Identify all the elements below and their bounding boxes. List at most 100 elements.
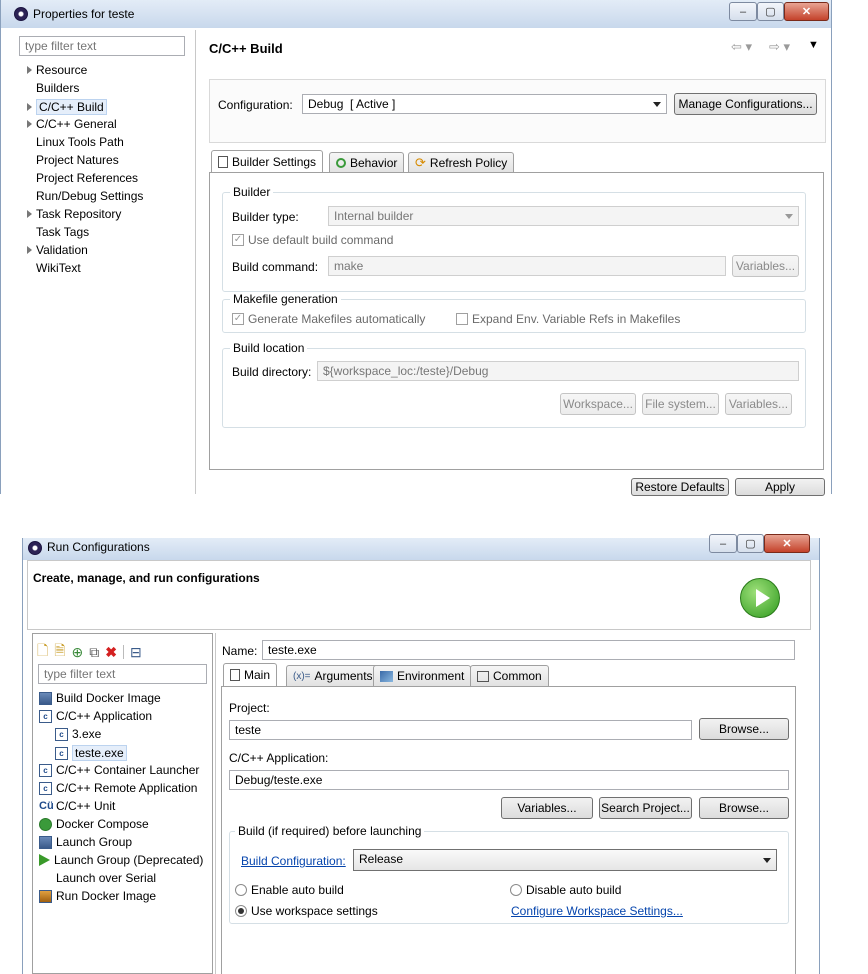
- variables-button[interactable]: Variables...: [501, 797, 593, 819]
- workspace-button[interactable]: Workspace...: [560, 393, 636, 415]
- build-configuration-combo[interactable]: Release: [353, 849, 777, 871]
- expand-env-checkbox[interactable]: [456, 313, 468, 325]
- use-default-checkbox[interactable]: ✓: [232, 234, 244, 246]
- tree-item-launch-group-deprecated[interactable]: Launch Group (Deprecated): [39, 853, 203, 867]
- tree-item-docker-compose[interactable]: Docker Compose: [39, 817, 149, 831]
- delete-config-icon[interactable]: ✖: [105, 644, 117, 661]
- tree-item-build-docker-image[interactable]: Build Docker Image: [39, 691, 161, 705]
- tab-content: Builder Builder type: Internal builder ✓…: [209, 172, 824, 470]
- variables-button[interactable]: Variables...: [732, 255, 799, 277]
- export-config-icon[interactable]: ⊕: [72, 644, 84, 661]
- tree-item-task-tags[interactable]: Task Tags: [27, 225, 89, 239]
- enable-auto-build-radio[interactable]: [235, 884, 247, 896]
- tree-item-3-exe[interactable]: c 3.exe: [55, 727, 101, 741]
- tree-item-teste-exe[interactable]: c teste.exe: [55, 745, 127, 761]
- browse-project-button[interactable]: Browse...: [699, 718, 789, 740]
- use-default-checkbox-row[interactable]: ✓ Use default build command: [232, 233, 393, 247]
- tree-item-c-c-build[interactable]: C/C++ Build: [27, 99, 107, 115]
- search-project-button[interactable]: Search Project...: [599, 797, 692, 819]
- tab-behavior-label: Behavior: [350, 156, 398, 170]
- tab-behavior[interactable]: Behavior: [329, 152, 405, 173]
- configuration-panel: Configuration: Debug [ Active ] Manage C…: [209, 79, 826, 143]
- view-menu-icon[interactable]: ▼: [808, 39, 819, 51]
- apply-button[interactable]: Apply: [735, 478, 825, 496]
- minimize-button[interactable]: –: [709, 534, 737, 553]
- tree-item-label: Task Tags: [36, 225, 90, 239]
- main-tab-icon: [230, 669, 240, 681]
- build-command-input[interactable]: make: [328, 256, 726, 276]
- minimize-button[interactable]: –: [729, 2, 757, 21]
- new-prototype-icon[interactable]: 🗎: [54, 640, 65, 664]
- generate-makefiles-row[interactable]: ✓ Generate Makefiles automatically: [232, 312, 425, 326]
- tree-item-c-c-container-launcher[interactable]: c C/C++ Container Launcher: [39, 763, 199, 777]
- use-workspace-settings-row[interactable]: Use workspace settings: [235, 904, 378, 918]
- configuration-combo[interactable]: Debug [ Active ]: [302, 94, 667, 114]
- build-directory-input[interactable]: ${workspace_loc:/teste}/Debug: [317, 361, 799, 381]
- tree-item-project-natures[interactable]: Project Natures: [27, 153, 119, 167]
- enable-auto-build-row[interactable]: Enable auto build: [235, 883, 344, 897]
- builder-type-combo[interactable]: Internal builder: [328, 206, 799, 226]
- tree-item-linux-tools-path[interactable]: Linux Tools Path: [27, 135, 124, 149]
- build-configuration-link[interactable]: Build Configuration:: [241, 854, 346, 868]
- tree-item-c-c-application[interactable]: c C/C++ Application: [39, 709, 152, 723]
- tree-item-c-c-remote-application[interactable]: c C/C++ Remote Application: [39, 781, 197, 795]
- expand-arrow-icon[interactable]: [27, 246, 32, 254]
- manage-configurations-button[interactable]: Manage Configurations...: [674, 93, 817, 115]
- variables-location-button[interactable]: Variables...: [725, 393, 792, 415]
- back-nav-icon[interactable]: ⇦ ▾: [731, 39, 752, 55]
- close-button[interactable]: ✕: [764, 534, 810, 553]
- disable-auto-build-label: Disable auto build: [526, 883, 622, 897]
- browse-app-button[interactable]: Browse...: [699, 797, 789, 819]
- tab-environment[interactable]: Environment: [373, 665, 472, 686]
- tree-item-resource[interactable]: Resource: [27, 63, 87, 77]
- tab-main[interactable]: Main: [223, 663, 278, 686]
- tree-item-builders[interactable]: Builders: [27, 81, 79, 95]
- filesystem-button[interactable]: File system...: [642, 393, 719, 415]
- forward-nav-icon[interactable]: ⇨ ▾: [769, 39, 790, 55]
- expand-arrow-icon[interactable]: [27, 120, 32, 128]
- tab-refresh-policy[interactable]: ⟳ Refresh Policy: [408, 152, 515, 173]
- app-input[interactable]: Debug/teste.exe: [229, 770, 789, 790]
- tree-item-run-debug-settings[interactable]: Run/Debug Settings: [27, 189, 143, 203]
- tree-item-label: Launch Group: [56, 835, 133, 849]
- tree-item-label: Launch Group (Deprecated): [54, 853, 204, 867]
- expand-env-row[interactable]: Expand Env. Variable Refs in Makefiles: [456, 312, 680, 326]
- filter-input[interactable]: [38, 664, 207, 684]
- close-button[interactable]: ✕: [784, 2, 829, 21]
- maximize-button[interactable]: ▢: [757, 2, 784, 21]
- tree-item-task-repository[interactable]: Task Repository: [27, 207, 121, 221]
- disable-auto-build-row[interactable]: Disable auto build: [510, 883, 621, 897]
- duplicate-config-icon[interactable]: ⧉: [89, 644, 99, 661]
- name-input[interactable]: teste.exe: [262, 640, 795, 660]
- maximize-button[interactable]: ▢: [737, 534, 764, 553]
- tree-item-project-references[interactable]: Project References: [27, 171, 138, 185]
- tree-item-c-c-general[interactable]: C/C++ General: [27, 117, 117, 131]
- disable-auto-build-radio[interactable]: [510, 884, 522, 896]
- run-titlebar[interactable]: Run Configurations – ▢ ✕: [23, 534, 819, 560]
- properties-titlebar[interactable]: Properties for teste – ▢ ✕: [1, 0, 831, 28]
- project-input[interactable]: teste: [229, 720, 692, 740]
- use-workspace-settings-radio[interactable]: [235, 905, 247, 917]
- new-config-icon[interactable]: 🗋: [37, 640, 48, 664]
- filter-input[interactable]: [19, 36, 185, 56]
- eclipse-icon: [14, 7, 28, 21]
- left-toolbar: 🗋 🗎 ⊕ ⧉ ✖ ⊟: [37, 640, 142, 664]
- docker-run-icon: [39, 889, 52, 903]
- tab-arguments[interactable]: (x)= Arguments: [286, 665, 380, 686]
- tree-item-run-docker-image[interactable]: Run Docker Image: [39, 889, 156, 903]
- tab-common[interactable]: Common: [470, 665, 549, 686]
- tree-item-label: C/C++ Build: [36, 99, 107, 115]
- tree-item-validation[interactable]: Validation: [27, 243, 88, 257]
- tree-item-launch-group[interactable]: Launch Group: [39, 835, 132, 849]
- expand-arrow-icon[interactable]: [27, 210, 32, 218]
- collapse-all-icon[interactable]: ⊟: [130, 644, 142, 661]
- generate-makefiles-checkbox[interactable]: ✓: [232, 313, 244, 325]
- tree-item-c-c-unit[interactable]: Cü C/C++ Unit: [39, 799, 115, 813]
- expand-arrow-icon[interactable]: [27, 103, 32, 111]
- restore-defaults-button[interactable]: Restore Defaults: [631, 478, 729, 496]
- expand-arrow-icon[interactable]: [27, 66, 32, 74]
- tree-item-launch-over-serial[interactable]: Launch over Serial: [39, 871, 156, 885]
- tab-builder-settings[interactable]: Builder Settings: [211, 150, 324, 173]
- tree-item-wikitext[interactable]: WikiText: [27, 261, 81, 275]
- configure-workspace-link[interactable]: Configure Workspace Settings...: [511, 904, 683, 918]
